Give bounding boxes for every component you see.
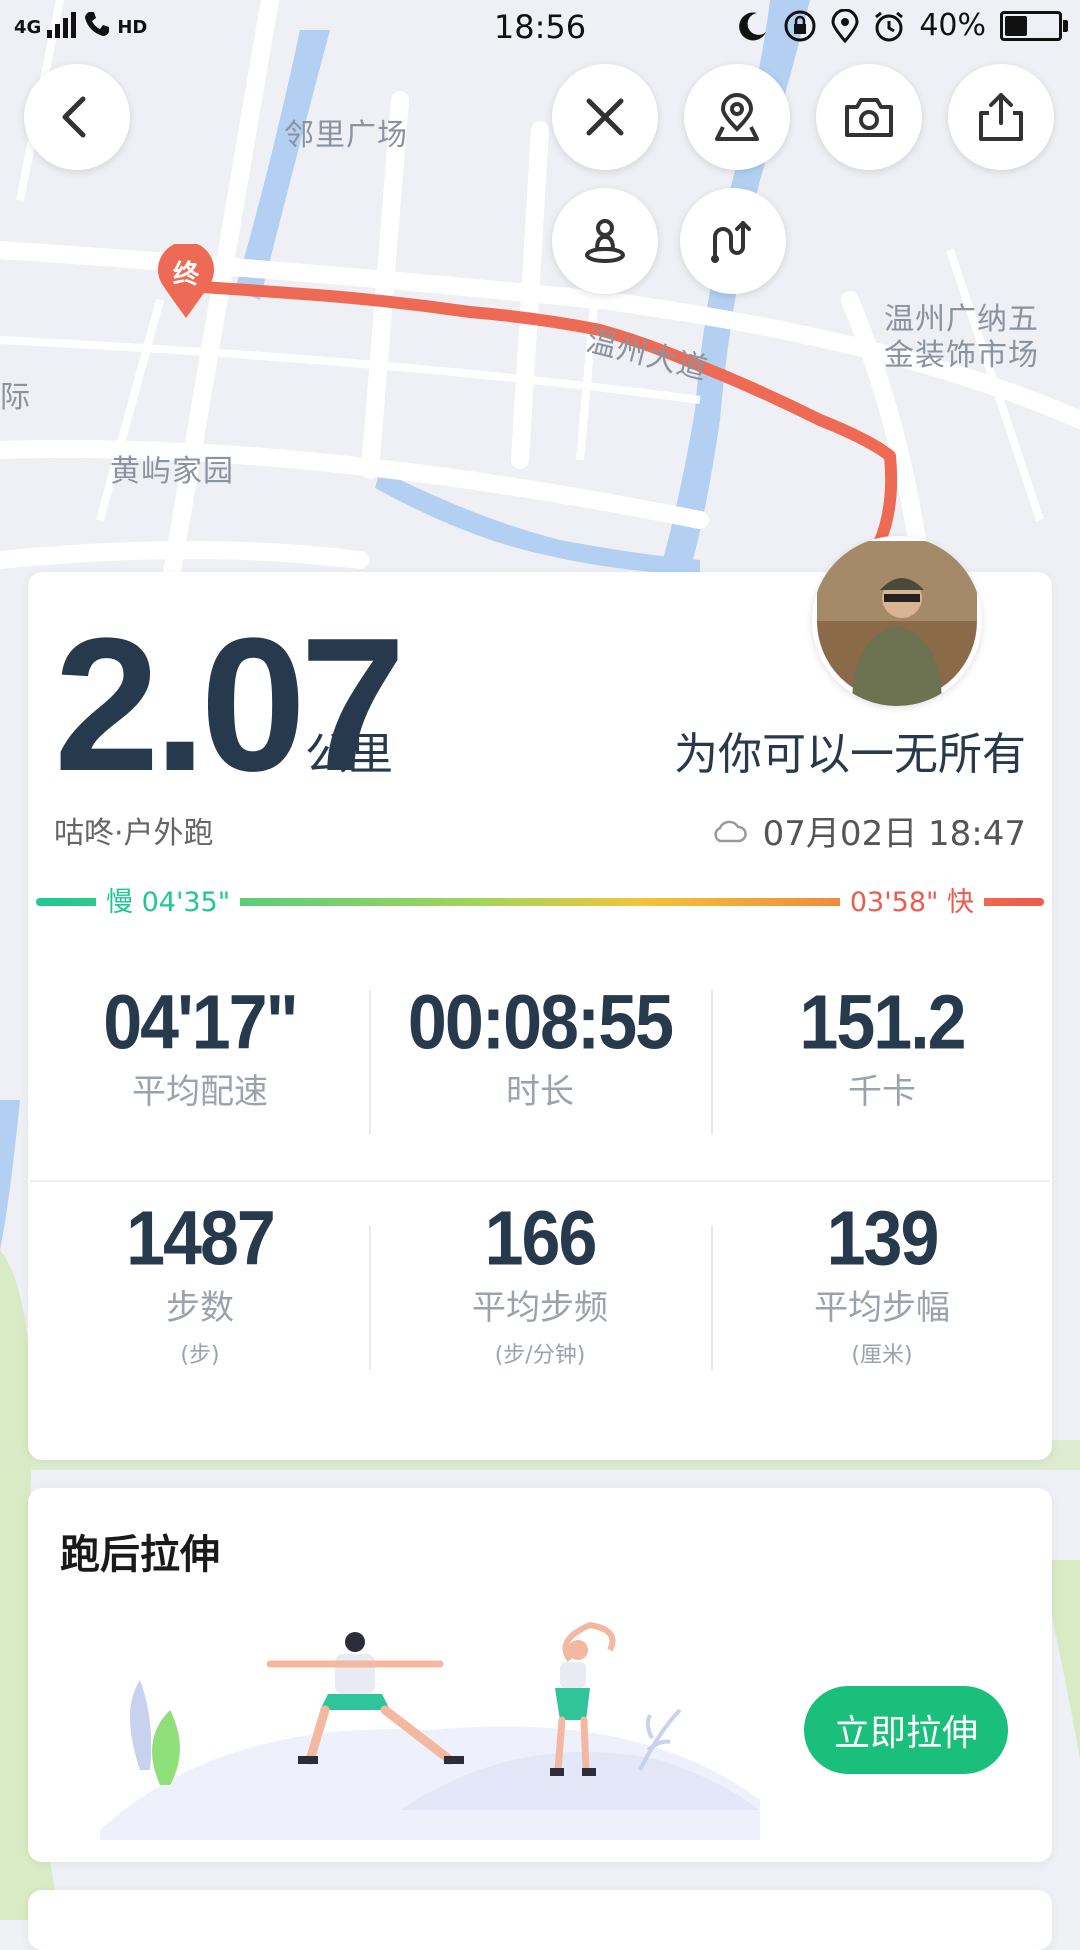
stat-duration: 00:08:55 时长 bbox=[370, 980, 710, 1113]
distance-unit: 公里 bbox=[305, 729, 393, 780]
back-icon bbox=[62, 96, 86, 138]
stretch-illustration bbox=[100, 1621, 760, 1840]
stat-unit: (步/分钟) bbox=[494, 1343, 586, 1368]
moon-icon bbox=[739, 11, 767, 40]
person-view-button[interactable] bbox=[552, 188, 658, 294]
stat-label: 时长 bbox=[506, 1072, 574, 1112]
share-button[interactable] bbox=[948, 64, 1054, 170]
workout-datetime: 07月02日 18:47 bbox=[711, 806, 1026, 855]
stat-calories: 151.2 千卡 bbox=[712, 980, 1052, 1113]
map-label-linli: 邻里广场 bbox=[284, 118, 408, 153]
stat-unit: (厘米) bbox=[851, 1343, 913, 1368]
map-label-edge: 际 bbox=[0, 380, 31, 415]
stat-value: 139 bbox=[826, 1195, 940, 1281]
stat-label: 平均步频 bbox=[472, 1288, 608, 1328]
stats-divider bbox=[30, 1180, 1050, 1182]
stat-cadence: 166 平均步频 (步/分钟) bbox=[370, 1196, 710, 1369]
camera-button[interactable] bbox=[816, 64, 922, 170]
pace-fast-label: 03'58" 快 bbox=[839, 880, 984, 919]
person-icon bbox=[585, 219, 625, 263]
stat-label: 平均配速 bbox=[132, 1072, 268, 1112]
status-right: 40% bbox=[737, 8, 1068, 43]
battery-icon bbox=[1000, 10, 1068, 41]
route-icon bbox=[711, 221, 751, 263]
stat-label: 平均步幅 bbox=[814, 1288, 950, 1328]
stretch-title: 跑后拉伸 bbox=[60, 1532, 220, 1578]
back-button[interactable] bbox=[24, 64, 130, 170]
map-label-guangna-2: 金装饰市场 bbox=[884, 338, 1039, 373]
next-card bbox=[28, 1890, 1052, 1950]
status-bar: 4G HD 18:56 40% bbox=[0, 0, 1080, 56]
lock-rotation-icon bbox=[784, 10, 816, 41]
location-button[interactable] bbox=[684, 64, 790, 170]
stat-value: 1487 bbox=[126, 1195, 276, 1281]
sport-type: 咕咚·户外跑 bbox=[54, 816, 214, 851]
alarm-icon bbox=[875, 11, 904, 41]
stat-stride: 139 平均步幅 (厘米) bbox=[712, 1196, 1052, 1369]
location-icon bbox=[715, 93, 759, 141]
avatar[interactable] bbox=[812, 536, 982, 706]
route-replay-button[interactable] bbox=[680, 188, 786, 294]
end-marker-label: 终 bbox=[172, 260, 199, 290]
cloud-icon bbox=[714, 820, 747, 842]
stat-label: 千卡 bbox=[848, 1072, 916, 1112]
close-button[interactable] bbox=[552, 64, 658, 170]
pace-gradient-bar: 慢 04'35" 03'58" 快 bbox=[36, 880, 1044, 920]
stat-avg-pace: 04'17" 平均配速 bbox=[30, 980, 370, 1113]
stat-value: 151.2 bbox=[799, 979, 966, 1065]
close-icon bbox=[586, 98, 624, 136]
start-stretch-button[interactable]: 立即拉伸 bbox=[804, 1686, 1008, 1774]
stat-value: 00:08:55 bbox=[407, 979, 674, 1065]
camera-icon bbox=[845, 98, 893, 137]
date-text: 07月02日 18:47 bbox=[762, 814, 1026, 854]
location-status-icon bbox=[831, 8, 859, 43]
stat-steps: 1487 步数 (步) bbox=[30, 1196, 370, 1369]
battery-percent: 40% bbox=[919, 8, 986, 43]
stat-label: 步数 bbox=[166, 1288, 234, 1328]
user-motto: 为你可以一无所有 bbox=[674, 729, 1026, 780]
share-icon bbox=[979, 93, 1023, 141]
stat-value: 166 bbox=[484, 1195, 598, 1281]
pace-slow-label: 慢 04'35" bbox=[96, 880, 241, 919]
route-end-marker: 终 bbox=[156, 241, 216, 320]
map-label-huangyu: 黄屿家园 bbox=[110, 454, 234, 489]
stat-value: 04'17" bbox=[103, 979, 299, 1065]
stat-unit: (步) bbox=[180, 1343, 220, 1368]
